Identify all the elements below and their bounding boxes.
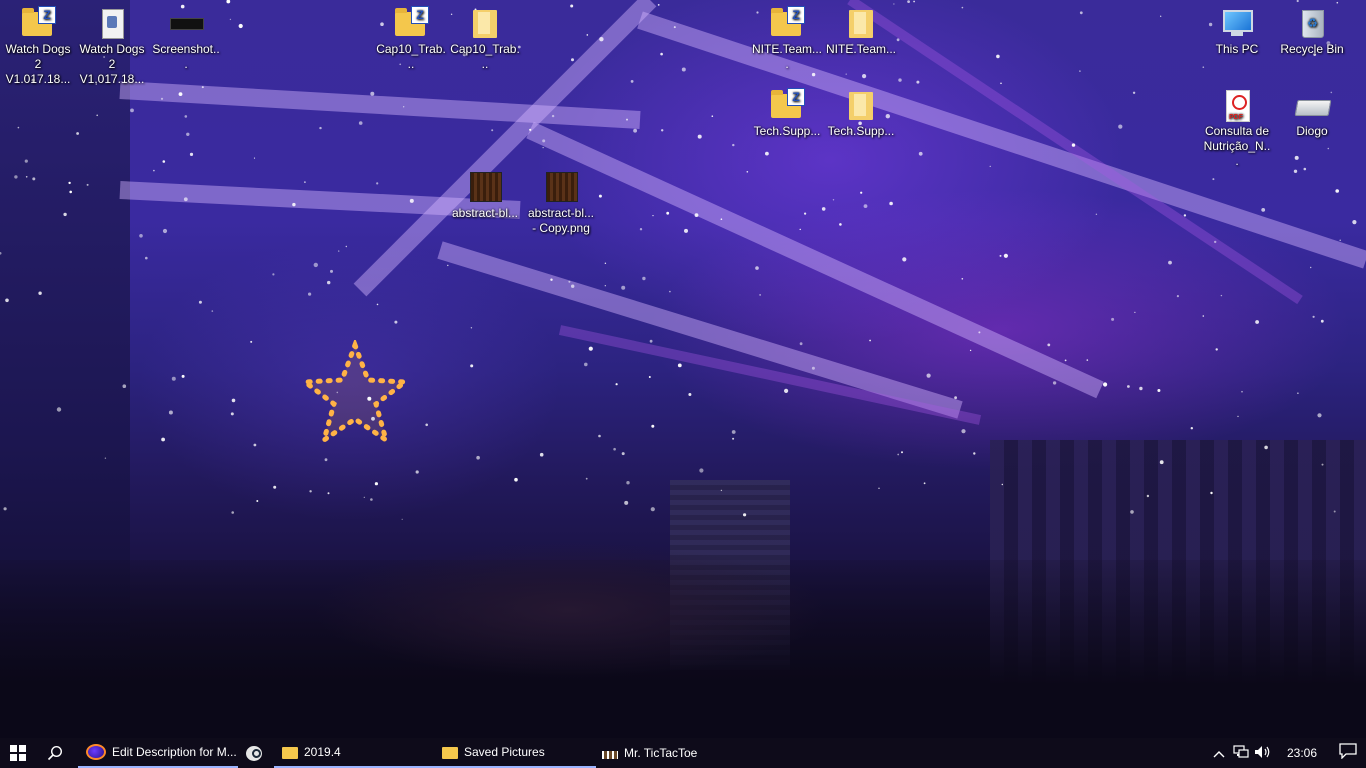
desktop-icon-label: Tech.Supp... [827,124,895,138]
taskbar-item-tictactoe[interactable]: Mr. TicTacToe [594,738,756,768]
desktop-icon-cap10-zip[interactable]: Z Cap10_Trab... [374,0,448,72]
image-file-icon [465,170,505,204]
taskbar-item-saved-pictures[interactable]: Saved Pictures [434,738,596,768]
desktop-icon-label: Watch Dogs 2 V1.017.18... [5,42,71,86]
system-tray: 23:06 [1208,738,1366,768]
desktop-icon-label: Cap10_Trab... [450,42,520,71]
desktop-wallpaper [0,0,1366,738]
desktop-icon-recycle-bin[interactable]: Recycle Bin [1275,0,1349,57]
wallpaper-starfield [0,0,1357,520]
recycle-bin-icon [1292,6,1332,40]
desktop-icon-watchdogs-zip[interactable]: Z Watch Dogs 2 V1.017.18... [1,0,75,87]
zip-folder-icon: Z [767,88,807,122]
pdf-file-icon [1217,88,1257,125]
taskbar: Edit Description for M... 2019.4 Saved P… [0,738,1366,768]
desktop-icon-label: NITE.Team... [826,42,897,56]
zip-folder-icon: Z [767,6,807,40]
windows-logo-icon [10,745,26,761]
taskbar-item-label: Saved Pictures [464,745,545,759]
taskbar-item-label: Edit Description for M... [112,745,237,759]
desktop-icon-techsupp-folder[interactable]: Tech.Supp... [824,82,898,139]
desktop-icon-consulta-pdf[interactable]: Consulta de Nutrição_N... [1200,82,1274,169]
folder-icon [465,6,505,40]
start-button[interactable] [0,738,36,768]
volume-icon[interactable] [1252,745,1274,762]
desktop-icon-label: Tech.Supp... [753,124,821,138]
desktop-icon-techsupp-zip[interactable]: Z Tech.Supp... [750,82,824,139]
desktop-icon-label: Diogo [1296,124,1328,138]
taskbar-item-label: Mr. TicTacToe [624,746,698,760]
desktop-icon-label: This PC [1215,42,1259,56]
desktop-icon-nite-folder[interactable]: NITE.Team... [824,0,898,57]
desktop-icon-cap10-folder[interactable]: Cap10_Trab... [448,0,522,72]
search-icon [47,745,63,761]
taskbar-clock[interactable]: 23:06 [1274,746,1330,760]
desktop-icon-label: Cap10_Trab... [376,42,446,71]
desktop-icon-label: Consulta de Nutrição_N... [1203,124,1271,168]
folder-icon [841,6,881,40]
image-file-icon [541,170,581,204]
zip-folder-icon: Z [18,6,58,40]
desktop-icon-abstract-image[interactable]: abstract-bl... [448,164,522,221]
desktop-icon-label: abstract-bl... [451,206,519,220]
folder-icon [841,88,881,122]
desktop-icon-screenshot[interactable]: Screenshot... [149,0,223,72]
folder-icon [442,747,458,759]
computer-icon [1217,6,1257,40]
app-icon [602,751,618,759]
notification-icon [1339,743,1357,760]
firefox-icon [86,744,106,760]
action-center-button[interactable] [1330,743,1366,763]
taskbar-item-firefox[interactable]: Edit Description for M... [78,738,238,768]
desktop-icon-abstract-image-copy[interactable]: abstract-bl... - Copy.png [524,164,598,236]
folder-icon [282,747,298,759]
chevron-up-icon [1213,751,1225,758]
desktop-icon-watchdogs-installer[interactable]: Watch Dogs 2 V1.017.18... [75,0,149,87]
steam-icon [246,745,262,761]
search-button[interactable] [38,738,72,768]
image-file-icon [166,6,206,40]
network-icon[interactable] [1230,744,1252,762]
zip-folder-icon: Z [391,6,431,40]
desktop-icon-label: abstract-bl... - Copy.png [527,206,595,235]
desktop-icon-label: Screenshot... [152,42,220,71]
desktop-icon-diogo[interactable]: Diogo [1275,82,1349,139]
taskbar-item-label: 2019.4 [304,745,341,759]
desktop-icon-label: NITE.Team.... [752,42,823,71]
desktop-icon-nite-zip[interactable]: Z NITE.Team.... [750,0,824,72]
taskbar-item-folder-2019[interactable]: 2019.4 [274,738,436,768]
game-installer-icon [92,6,132,40]
network-drive-icon [1292,88,1332,122]
desktop-icon-label: Watch Dogs 2 V1.017.18... [79,42,145,86]
desktop-icon-this-pc[interactable]: This PC [1200,0,1274,57]
desktop-icon-label: Recycle Bin [1280,42,1344,56]
show-hidden-icons-chevron[interactable] [1208,745,1230,761]
